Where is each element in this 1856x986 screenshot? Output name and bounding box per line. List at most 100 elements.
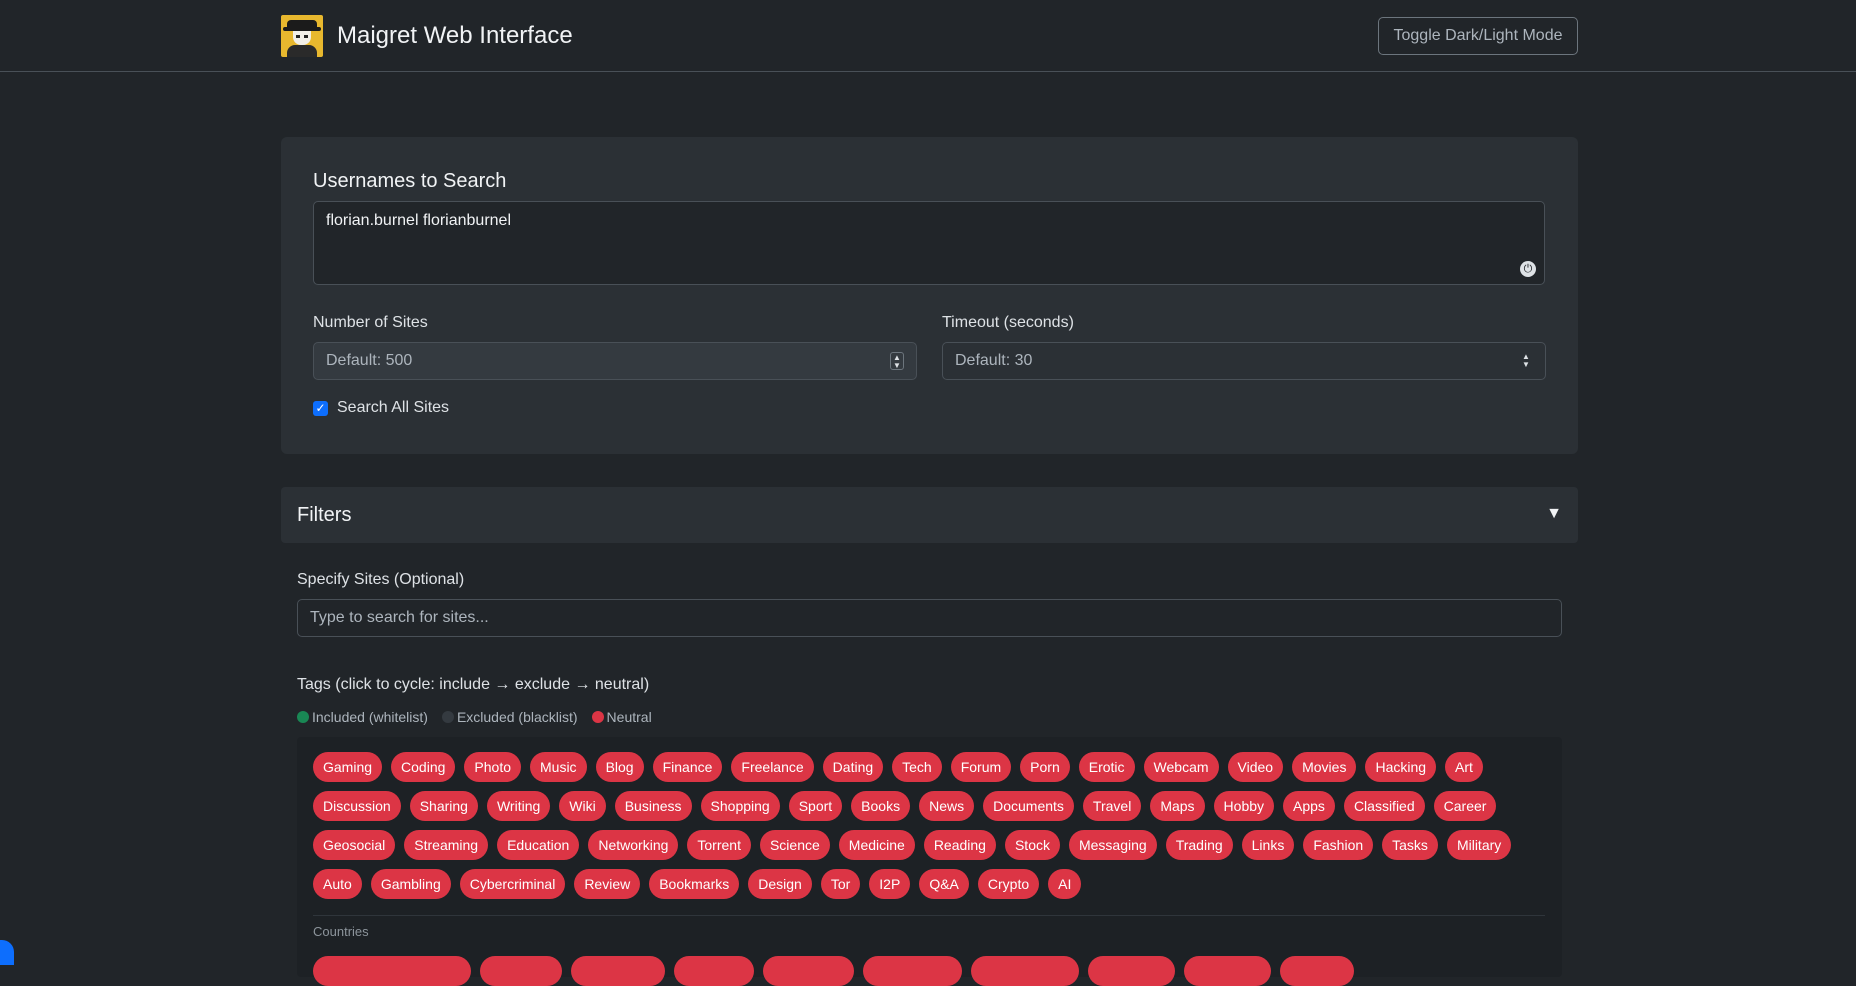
- spinner-icon[interactable]: ▲ ▼: [1519, 352, 1533, 370]
- tag-streaming[interactable]: Streaming: [404, 830, 489, 860]
- country-tag[interactable]: [1088, 956, 1175, 986]
- tag-review[interactable]: Review: [574, 869, 641, 899]
- tag-sport[interactable]: Sport: [788, 791, 843, 821]
- tag-torrent[interactable]: Torrent: [687, 830, 751, 860]
- maigret-logo-icon: [281, 15, 323, 57]
- tag-education[interactable]: Education: [497, 830, 580, 860]
- usernames-label: Usernames to Search: [313, 170, 507, 192]
- legend-item: Neutral: [591, 709, 652, 725]
- tag-design[interactable]: Design: [748, 869, 812, 899]
- country-tag[interactable]: [571, 956, 665, 986]
- tag-art[interactable]: Art: [1445, 752, 1483, 782]
- country-tag[interactable]: [1280, 956, 1354, 986]
- tag-finance[interactable]: Finance: [652, 752, 723, 782]
- tag-row: Geosocial Streaming Education Networking Tor…: [313, 830, 1553, 860]
- country-tag[interactable]: [313, 956, 471, 986]
- tag-erotic[interactable]: Erotic: [1078, 752, 1135, 782]
- tag-travel[interactable]: Travel: [1082, 791, 1142, 821]
- tag-webcam[interactable]: Webcam: [1143, 752, 1219, 782]
- tag-hacking[interactable]: Hacking: [1365, 752, 1437, 782]
- timeout-label: Timeout (seconds): [942, 314, 1074, 331]
- tag-coding[interactable]: Coding: [391, 752, 456, 782]
- tag-career[interactable]: Career: [1433, 791, 1497, 821]
- tag-hobby[interactable]: Hobby: [1213, 791, 1275, 821]
- tag-military[interactable]: Military: [1446, 830, 1512, 860]
- legend-label: Excluded (blacklist): [456, 709, 578, 725]
- tag-writing[interactable]: Writing: [486, 791, 551, 821]
- country-tag[interactable]: [674, 956, 754, 986]
- tag-bookmarks[interactable]: Bookmarks: [649, 869, 740, 899]
- tag-documents[interactable]: Documents: [983, 791, 1074, 821]
- country-tag[interactable]: [480, 956, 562, 986]
- tag-tech[interactable]: Tech: [892, 752, 942, 782]
- tag-photo[interactable]: Photo: [464, 752, 521, 782]
- tag-dating[interactable]: Dating: [822, 752, 884, 782]
- timeout-input[interactable]: Default: 30 ▲ ▼: [942, 342, 1546, 380]
- tag-geosocial[interactable]: Geosocial: [313, 830, 396, 860]
- tag-i2p[interactable]: I2P: [869, 869, 911, 899]
- tag-ai[interactable]: AI: [1048, 869, 1082, 899]
- brand[interactable]: Maigret Web Interface: [281, 15, 573, 57]
- tag-gambling[interactable]: Gambling: [370, 869, 451, 899]
- tag-crypto[interactable]: Crypto: [977, 869, 1040, 899]
- tag-tasks[interactable]: Tasks: [1382, 830, 1438, 860]
- tag-news[interactable]: News: [919, 791, 975, 821]
- tag-movies[interactable]: Movies: [1292, 752, 1357, 782]
- tag-cybercriminal[interactable]: Cybercriminal: [459, 869, 566, 899]
- filters-header[interactable]: Filters ▼: [281, 487, 1578, 543]
- tag-reading[interactable]: Reading: [923, 830, 996, 860]
- tag-business[interactable]: Business: [614, 791, 692, 821]
- tag-fashion[interactable]: Fashion: [1303, 830, 1374, 860]
- site-search-input[interactable]: [297, 599, 1562, 637]
- country-tag[interactable]: [971, 956, 1079, 986]
- spinner-icon[interactable]: ▲ ▼: [890, 352, 904, 370]
- number-of-sites-input[interactable]: Default: 500 ▲ ▼: [313, 342, 917, 380]
- tag-list: Gaming Coding Photo Music Blog Finance Freelan…: [313, 752, 1553, 908]
- tag-stock[interactable]: Stock: [1004, 830, 1060, 860]
- country-tag[interactable]: [863, 956, 962, 986]
- tag-freelance[interactable]: Freelance: [731, 752, 814, 782]
- tag-row: Discussion Sharing Writing Wiki Business Shop…: [313, 791, 1553, 821]
- tag-video[interactable]: Video: [1227, 752, 1284, 782]
- tag-row: Gaming Coding Photo Music Blog Finance Freelan…: [313, 752, 1553, 782]
- toggle-theme-button[interactable]: Toggle Dark/Light Mode: [1378, 17, 1578, 55]
- tag-maps[interactable]: Maps: [1150, 791, 1205, 821]
- tag-forum[interactable]: Forum: [950, 752, 1012, 782]
- country-tag[interactable]: [763, 956, 854, 986]
- tag-medicine[interactable]: Medicine: [838, 830, 915, 860]
- tag-tor[interactable]: Tor: [820, 869, 861, 899]
- tag-messaging[interactable]: Messaging: [1068, 830, 1157, 860]
- number-of-sites-placeholder: Default: 500: [326, 352, 413, 369]
- usernames-textarea[interactable]: [313, 201, 1545, 285]
- tag-links[interactable]: Links: [1241, 830, 1295, 860]
- tag-wiki[interactable]: Wiki: [559, 791, 606, 821]
- tag-sharing[interactable]: Sharing: [409, 791, 478, 821]
- tags-label: Tags (click to cycle: include → exclude …: [297, 676, 650, 693]
- search-all-sites-checkbox[interactable]: ✓: [313, 400, 328, 416]
- tag-apps[interactable]: Apps: [1283, 791, 1335, 821]
- search-all-sites-row[interactable]: ✓ Search All Sites: [313, 399, 449, 417]
- tag-classified[interactable]: Classified: [1343, 791, 1425, 821]
- tag-networking[interactable]: Networking: [588, 830, 679, 860]
- divider: [313, 915, 1545, 916]
- tag-auto[interactable]: Auto: [313, 869, 362, 899]
- corner-indicator: [0, 940, 14, 965]
- country-tag[interactable]: [1184, 956, 1271, 986]
- tag-trading[interactable]: Trading: [1165, 830, 1233, 860]
- tag-shopping[interactable]: Shopping: [700, 791, 780, 821]
- tag-music[interactable]: Music: [530, 752, 587, 782]
- tag-science[interactable]: Science: [759, 830, 830, 860]
- app-title: Maigret Web Interface: [337, 22, 573, 49]
- tag-porn[interactable]: Porn: [1020, 752, 1070, 782]
- country-tag-list: [313, 956, 1363, 986]
- tag-blog[interactable]: Blog: [595, 752, 644, 782]
- tag-books[interactable]: Books: [851, 791, 911, 821]
- legend-item: Included (whitelist): [297, 709, 428, 725]
- tag-discussion[interactable]: Discussion: [313, 791, 401, 821]
- chevron-down-icon[interactable]: ▼: [1546, 505, 1562, 523]
- tag-q-a[interactable]: Q&A: [919, 869, 969, 899]
- tag-gaming[interactable]: Gaming: [313, 752, 383, 782]
- legend-dot-icon: [591, 711, 604, 723]
- power-icon[interactable]: ⏻: [1520, 261, 1536, 277]
- timeout-placeholder: Default: 30: [955, 352, 1033, 369]
